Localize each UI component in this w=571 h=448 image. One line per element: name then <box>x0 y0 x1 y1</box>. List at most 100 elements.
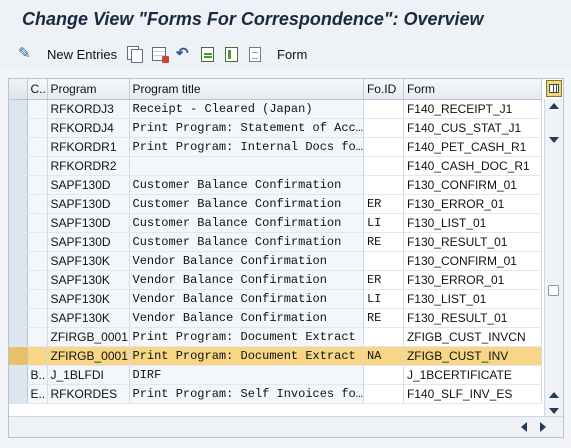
cell-form[interactable]: F140_RECEIPT_J1 <box>403 99 542 119</box>
table-row[interactable]: ZFIRGB_0001 Print Program: Document Extra… <box>9 346 542 366</box>
cell-program[interactable]: RFKORDR2 <box>47 156 130 176</box>
cell-form-id[interactable] <box>363 365 404 385</box>
row-selector[interactable] <box>9 251 28 271</box>
scroll-right-icon[interactable] <box>540 422 546 432</box>
select-all-header[interactable] <box>9 79 28 100</box>
row-selector[interactable] <box>9 289 28 309</box>
cell-c[interactable] <box>27 308 48 328</box>
cell-form-id[interactable]: LI <box>363 289 404 309</box>
table-row[interactable]: SAPF130D Customer Balance Confirmation ER F… <box>9 194 542 214</box>
row-selector[interactable] <box>9 308 28 328</box>
cell-form[interactable]: F130_RESULT_01 <box>403 232 542 252</box>
table-row[interactable]: ZFIRGB_0001 Print Program: Document Extra… <box>9 327 542 347</box>
row-selector[interactable] <box>9 384 28 404</box>
cell-program[interactable]: RFKORDJ4 <box>47 118 130 138</box>
cell-form-id[interactable]: NA <box>363 346 404 366</box>
cell-c[interactable] <box>27 327 48 347</box>
row-selector[interactable] <box>9 327 28 347</box>
row-selector[interactable] <box>9 118 28 138</box>
cell-c[interactable] <box>27 346 48 366</box>
cell-program[interactable]: SAPF130D <box>47 175 130 195</box>
cell-c[interactable] <box>27 251 48 271</box>
cell-form-id[interactable] <box>363 156 404 176</box>
row-selector[interactable] <box>9 232 28 252</box>
cell-c[interactable]: E.. <box>27 384 48 404</box>
cell-c[interactable] <box>27 156 48 176</box>
cell-form-id[interactable] <box>363 175 404 195</box>
cell-form-id[interactable] <box>363 137 404 157</box>
cell-program-title[interactable] <box>129 156 364 176</box>
cell-program[interactable]: SAPF130D <box>47 232 130 252</box>
cell-form[interactable]: ZFIGB_CUST_INVCN <box>403 327 542 347</box>
cell-form[interactable]: F130_LIST_01 <box>403 289 542 309</box>
cell-program-title[interactable]: Vendor Balance Confirmation <box>129 270 364 290</box>
table-row[interactable]: RFKORDR1 Print Program: Internal Docs fo…… <box>9 137 542 157</box>
cell-program[interactable]: SAPF130K <box>47 289 130 309</box>
table-row[interactable]: SAPF130D Customer Balance Confirmation LI F… <box>9 213 542 233</box>
table-row[interactable]: B.. J_1BLFDI DIRF J_1BCERTIFICATE <box>9 365 542 385</box>
cell-form[interactable]: F140_CUS_STAT_J1 <box>403 118 542 138</box>
cell-program-title[interactable]: Customer Balance Confirmation <box>129 213 364 233</box>
cell-c[interactable] <box>27 99 48 119</box>
cell-program[interactable]: RFKORDES <box>47 384 130 404</box>
cell-form[interactable]: ZFIGB_CUST_INV <box>403 346 542 366</box>
cell-form[interactable]: F140_PET_CASH_R1 <box>403 137 542 157</box>
column-settings-button[interactable] <box>546 80 562 97</box>
cell-c[interactable]: B.. <box>27 365 48 385</box>
cell-form-id[interactable]: RE <box>363 308 404 328</box>
column-header-c[interactable]: C.. <box>27 79 48 100</box>
cell-program[interactable]: SAPF130K <box>47 308 130 328</box>
table-row[interactable]: SAPF130D Customer Balance Confirmation F13… <box>9 175 542 195</box>
row-selector[interactable] <box>9 346 28 366</box>
vertical-scrollbar[interactable] <box>544 99 563 418</box>
cell-form-id[interactable] <box>363 384 404 404</box>
cell-form[interactable]: F130_CONFIRM_01 <box>403 175 542 195</box>
cell-form[interactable]: F140_SLF_INV_ES <box>403 384 542 404</box>
cell-c[interactable] <box>27 194 48 214</box>
delete-button[interactable] <box>152 44 169 64</box>
table-row[interactable]: RFKORDR2 F140_CASH_DOC_R1 <box>9 156 542 176</box>
cell-form[interactable]: F130_ERROR_01 <box>403 270 542 290</box>
column-header-program[interactable]: Program <box>47 79 130 100</box>
table-row[interactable]: SAPF130K Vendor Balance Confirmation LI F13… <box>9 289 542 309</box>
horizontal-scrollbar[interactable] <box>9 416 563 437</box>
cell-form-id[interactable]: ER <box>363 270 404 290</box>
row-selector[interactable] <box>9 156 28 176</box>
cell-form[interactable]: F130_LIST_01 <box>403 213 542 233</box>
column-header-form-id[interactable]: Fo.ID <box>363 79 404 100</box>
cell-program[interactable]: SAPF130D <box>47 194 130 214</box>
cell-form-id[interactable]: RE <box>363 232 404 252</box>
cell-c[interactable] <box>27 137 48 157</box>
cell-program[interactable]: J_1BLFDI <box>47 365 130 385</box>
cell-program-title[interactable]: Print Program: Document Extract <box>129 346 364 366</box>
column-header-form[interactable]: Form <box>403 79 542 100</box>
cell-program-title[interactable]: Print Program: Self Invoices fo… <box>129 384 364 404</box>
table-row[interactable]: RFKORDJ3 Receipt - Cleared (Japan) F140_RE… <box>9 99 542 119</box>
cell-c[interactable] <box>27 270 48 290</box>
scroll-page-down-icon[interactable] <box>549 137 559 143</box>
table-row[interactable]: RFKORDJ4 Print Program: Statement of Acc…… <box>9 118 542 138</box>
copy-button[interactable] <box>127 44 143 64</box>
column-header-program-title[interactable]: Program title <box>129 79 364 100</box>
cell-form-id[interactable] <box>363 99 404 119</box>
row-selector[interactable] <box>9 99 28 119</box>
row-selector[interactable] <box>9 213 28 233</box>
scroll-up-icon[interactable] <box>549 103 559 109</box>
table-row[interactable]: SAPF130K Vendor Balance Confirmation RE F13… <box>9 308 542 328</box>
cell-program-title[interactable]: Vendor Balance Confirmation <box>129 289 364 309</box>
cell-form[interactable]: F130_RESULT_01 <box>403 308 542 328</box>
new-entries-button[interactable]: New Entries <box>47 44 117 64</box>
cell-program-title[interactable]: Print Program: Document Extract <box>129 327 364 347</box>
cell-form-id[interactable]: ER <box>363 194 404 214</box>
cell-program[interactable]: RFKORDJ3 <box>47 99 130 119</box>
cell-form-id[interactable] <box>363 327 404 347</box>
cell-program-title[interactable]: Customer Balance Confirmation <box>129 232 364 252</box>
cell-program-title[interactable]: Customer Balance Confirmation <box>129 194 364 214</box>
cell-program-title[interactable]: Customer Balance Confirmation <box>129 175 364 195</box>
cell-program[interactable]: ZFIRGB_0001 <box>47 346 130 366</box>
cell-form[interactable]: F130_CONFIRM_01 <box>403 251 542 271</box>
table-row[interactable]: SAPF130K Vendor Balance Confirmation ER F13… <box>9 270 542 290</box>
form-button[interactable]: Form <box>277 44 307 64</box>
row-selector[interactable] <box>9 175 28 195</box>
row-selector[interactable] <box>9 270 28 290</box>
